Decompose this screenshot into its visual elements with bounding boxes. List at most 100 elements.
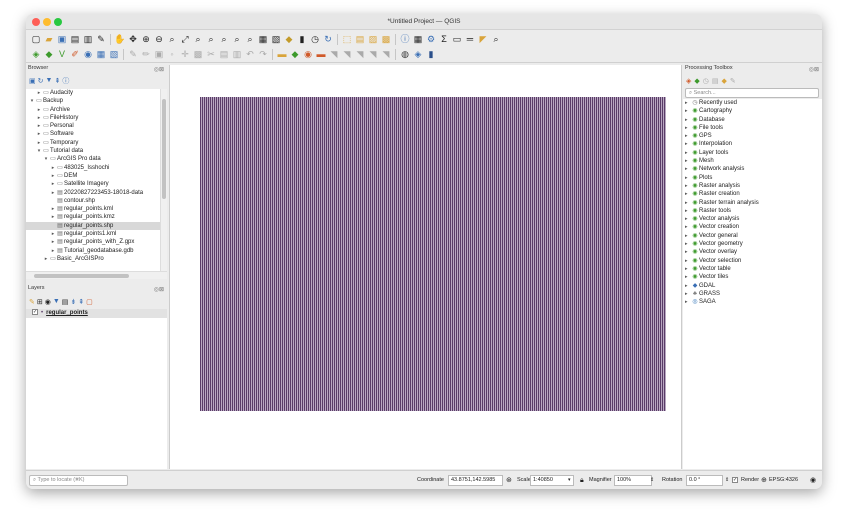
browser-horizontal-scrollbar[interactable] [26,271,167,279]
collapse-all-icon[interactable]: ⇞ [54,77,60,85]
browser-item[interactable]: ▸ ▭Basic_ArcGISPro [26,255,160,263]
properties-icon[interactable]: ⓘ [62,76,69,86]
layer-item[interactable]: ✓ • regular_points [26,309,167,318]
redo-icon[interactable]: ↷ [257,49,269,61]
processing-provider-item[interactable]: ▸ ◉Vector analysis [683,215,822,223]
label-move-icon[interactable]: ◥ [328,49,340,61]
processing-provider-item[interactable]: ▸ ◉Plots [683,174,822,182]
processing-toolbox-icon[interactable]: ⚙ [425,33,437,45]
data-source-manager-icon[interactable]: ◈ [30,49,42,61]
rotation-stepper-icon[interactable]: ⇕ [725,476,729,485]
magnifier-stepper-icon[interactable]: ⇕ [650,476,654,485]
new-project-icon[interactable]: ▢ [30,33,42,45]
python-console-icon[interactable]: ◈ [412,49,424,61]
text-annotation-icon[interactable]: ⌕ [490,33,502,45]
zoom-layer-icon[interactable]: ⌕ [205,33,217,45]
processing-provider-item[interactable]: ▸ ◷Recently used [683,99,822,107]
browser-item[interactable]: ▸ ▭Audacity [26,89,160,97]
annotation-icon[interactable]: ═ [464,33,476,45]
browser-item[interactable]: ▸ ▤regular_points.kml [26,205,160,213]
processing-provider-item[interactable]: ▸ ◉Vector tiles [683,273,822,281]
plugin-book-icon[interactable]: ▮ [425,49,437,61]
add-selected-icon[interactable]: ▣ [29,77,36,85]
browser-item[interactable]: ▸ ▭Satellite Imagery [26,180,160,188]
browser-item[interactable]: ▤contour.shp [26,197,160,205]
render-checkbox[interactable]: ✓ [732,476,738,485]
layout-manager-icon[interactable]: ▥ [82,33,94,45]
browser-item[interactable]: ▾ ▭ArcGIS Pro data [26,155,160,163]
close-panel-icon[interactable]: ◎⊠ [154,66,164,73]
print-layout-icon[interactable]: ▤ [69,33,81,45]
measure-icon[interactable]: ▭ [451,33,463,45]
manage-map-themes-icon[interactable]: ◉ [45,298,51,306]
collapse-all-icon[interactable]: ⇞ [78,298,84,306]
close-panel-icon[interactable]: ◎⊠ [154,286,164,293]
style-manager-icon[interactable]: ✎ [95,33,107,45]
add-wms-icon[interactable]: ▧ [108,49,120,61]
statistics-icon[interactable]: Σ [438,33,450,45]
zoom-in-icon[interactable]: ⊕ [140,33,152,45]
processing-provider-item[interactable]: ▸ ◉Cartography [683,107,822,115]
toggle-extents-icon[interactable]: ⊛ [506,476,512,485]
label-change-icon[interactable]: ◥ [354,49,366,61]
copy-features-icon[interactable]: ▤ [218,49,230,61]
filter-expression-icon[interactable]: ▤ [62,298,69,306]
map-tips-icon[interactable]: ◤ [477,33,489,45]
browser-item[interactable]: ▾ ▭Tutorial data [26,147,160,155]
add-feature-icon[interactable]: ◦ [166,49,178,61]
rotation-field[interactable]: 0.0 ° [686,475,723,486]
processing-provider-item[interactable]: ▸ ◉Vector table [683,265,822,273]
processing-provider-item[interactable]: ▸ ◉Raster tools [683,207,822,215]
browser-item[interactable]: ▸ ▤regular_points_with_Z.gpx [26,238,160,246]
filter-icon[interactable]: ▼ [46,77,53,84]
expand-all-icon[interactable]: ⇟ [70,298,76,306]
select-by-location-icon[interactable]: ▩ [380,33,392,45]
zoom-out-icon[interactable]: ⊖ [153,33,165,45]
crs-globe-icon[interactable]: ⊕ [761,476,767,485]
processing-provider-item[interactable]: ▸ ◉Database [683,116,822,124]
processing-provider-item[interactable]: ▸ ◎SAGA [683,298,822,306]
browser-item[interactable]: ▸ ▭Archive [26,106,160,114]
refresh-icon[interactable]: ↻ [38,77,44,85]
layer-visibility-checkbox[interactable]: ✓ [32,309,38,316]
processing-provider-item[interactable]: ▸ ◉Vector creation [683,223,822,231]
add-csv-icon[interactable]: V [56,49,68,61]
processing-provider-item[interactable]: ▸ ◉Raster analysis [683,182,822,190]
digitize-icon[interactable]: ✐ [69,49,81,61]
browser-item[interactable]: ▸ ▭FileHistory [26,114,160,122]
browser-item[interactable]: ▸ ▭483025_Isshochi [26,164,160,172]
processing-provider-item[interactable]: ▸ ◉Vector general [683,232,822,240]
label-rotate-icon[interactable]: ◥ [341,49,353,61]
label-properties-icon[interactable]: ◥ [367,49,379,61]
scroll-thumb[interactable] [34,274,129,278]
map-canvas[interactable] [169,65,682,469]
checkbox-icon[interactable]: ✓ [732,476,738,483]
processing-provider-item[interactable]: ▸ ◉File tools [683,124,822,132]
save-edits-icon[interactable]: ▣ [153,49,165,61]
label-highlight-icon[interactable]: ◉ [302,49,314,61]
processing-provider-item[interactable]: ▸ ♣ GRASS [683,290,822,298]
bookmarks-icon[interactable]: ▮ [296,33,308,45]
browser-item[interactable]: ▸ ▤20220827223453-18018-data [26,189,160,197]
browser-item[interactable]: ▸ ▤Tutorial_geodatabase.gdb [26,247,160,255]
toggle-editing-icon[interactable]: ✎ [127,49,139,61]
crs-label[interactable]: EPSG:4326 [769,476,798,485]
browser-item[interactable]: ▸ ▤regular_points.kmz [26,213,160,221]
options-icon[interactable]: ✎ [730,77,736,85]
close-panel-icon[interactable]: ◎⊠ [809,66,819,73]
locator-search-input[interactable]: ⌕ Type to locate (⌘K) [29,475,128,486]
zoom-native-icon[interactable]: ⌕ [218,33,230,45]
remove-layer-icon[interactable]: ▢ [86,298,93,306]
add-spatialite-icon[interactable]: ◉ [82,49,94,61]
plugin-globe-icon[interactable]: ◍ [399,49,411,61]
browser-item[interactable]: ▸ ▭Software [26,130,160,138]
browser-item[interactable]: ▸ ▭DEM [26,172,160,180]
label-show-icon[interactable]: ▬ [315,49,327,61]
zoom-full-icon[interactable]: ⤢ [179,33,191,45]
undo-icon[interactable]: ↶ [244,49,256,61]
temporal-controller-icon[interactable]: ◷ [309,33,321,45]
add-group-icon[interactable]: ⊞ [37,298,43,306]
processing-provider-item[interactable]: ▸ ◉Vector overlay [683,248,822,256]
results-icon[interactable]: ▤ [712,77,719,85]
edit-pencil-icon[interactable]: ✏ [140,49,152,61]
